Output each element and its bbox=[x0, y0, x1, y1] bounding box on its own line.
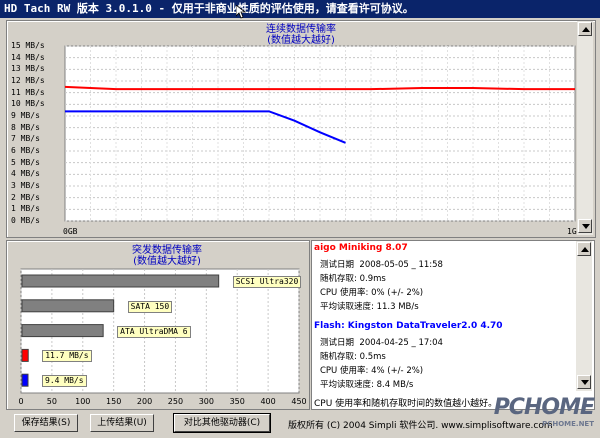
burst-bar bbox=[21, 373, 29, 387]
burst-bar-label: 11.7 MB/s bbox=[42, 350, 92, 363]
watermark-site: PCHOME.NET bbox=[542, 420, 594, 428]
y-tick-label: 12 MB/s bbox=[11, 76, 45, 85]
y-tick-label: 9 MB/s bbox=[11, 111, 40, 120]
title-bar[interactable]: HD Tach RW 版本 3.0.1.0 - 仅用于非商业性质的评估使用，请查… bbox=[0, 0, 600, 18]
avg-read-label: 平均读取速度: bbox=[320, 302, 374, 312]
result-drive-name: aigo Miniking 8.07 bbox=[314, 243, 408, 253]
y-tick-label: 0 MB/s bbox=[11, 216, 40, 225]
y-tick-label: 10 MB/s bbox=[11, 99, 45, 109]
burst-bar bbox=[21, 274, 220, 288]
random-access-label: 随机存取: bbox=[320, 274, 357, 284]
sequential-chart-panel: 连续数据传输率 (数值越大越好) 15 MB/s 14 MB/s 13 MB/s 12… bbox=[6, 20, 596, 238]
cpu-usage-label: CPU 使用率: bbox=[320, 366, 369, 376]
burst-bar bbox=[21, 299, 115, 313]
burst-bar bbox=[21, 324, 104, 338]
y-tick-label: 11 MB/s bbox=[11, 87, 45, 97]
x-tick-label: 150 bbox=[106, 397, 121, 406]
test-date-value: 2004-04-25 _ 17:04 bbox=[359, 338, 443, 348]
upload-results-button[interactable]: 上传结果(U) bbox=[90, 414, 154, 432]
save-results-button[interactable]: 保存结果(S) bbox=[14, 414, 78, 432]
chart-scrollbar[interactable] bbox=[577, 21, 593, 235]
x-tick-label: 400 bbox=[260, 397, 275, 406]
compare-drives-button[interactable]: 对比其他驱动器(C) bbox=[173, 413, 271, 433]
burst-bar-label: 9.4 MB/s bbox=[42, 375, 87, 388]
scroll-down-button[interactable] bbox=[577, 375, 591, 389]
y-tick-label: 13 MB/s bbox=[11, 64, 45, 74]
y-tick-label: 14 MB/s bbox=[11, 52, 45, 62]
avg-read-value: 8.4 MB/s bbox=[376, 380, 414, 390]
burst-bar-label: ATA UltraDMA 6 bbox=[117, 325, 191, 338]
footnote: CPU 使用率和随机存取时间的数值越小越好。 bbox=[314, 399, 498, 409]
results-scrollbar[interactable] bbox=[576, 241, 592, 391]
x-tick-label: 100 bbox=[75, 397, 90, 406]
cpu-usage-value: 0% (+/- 2%) bbox=[371, 288, 424, 298]
random-access-value: 0.5ms bbox=[359, 352, 386, 362]
x-tick-label: 0 bbox=[18, 397, 23, 406]
random-access-value: 0.9ms bbox=[359, 274, 386, 284]
burst-bar-label: SATA 150 bbox=[127, 300, 173, 313]
up-arrow-icon bbox=[581, 247, 589, 252]
burst-chart-panel: 突发数据传输率 (数值越大越好) 0 50 100 150 200 250 300 350 40… bbox=[6, 240, 310, 410]
watermark-brand: PCHOME bbox=[493, 395, 595, 420]
pchome-watermark: PCHOME PCHOME.NET bbox=[493, 395, 595, 428]
y-tick-label: 15 MB/s bbox=[11, 41, 45, 50]
down-arrow-icon bbox=[581, 380, 589, 385]
mouse-cursor-icon bbox=[236, 5, 246, 19]
scroll-up-button[interactable] bbox=[578, 22, 592, 36]
cpu-usage-value: 4% (+/- 2%) bbox=[371, 366, 424, 376]
test-date-label: 测试日期 bbox=[320, 338, 355, 348]
x-tick-label: 350 bbox=[230, 397, 245, 406]
y-tick-label: 3 MB/s bbox=[11, 181, 40, 190]
x-tick-label: 50 bbox=[47, 397, 57, 406]
scroll-up-button[interactable] bbox=[577, 242, 591, 256]
burst-bar-label: SCSI Ultra320 bbox=[232, 276, 302, 288]
y-tick-label: 1 MB/s bbox=[11, 204, 40, 214]
x-tick-label: 450 bbox=[291, 397, 306, 406]
y-tick-label: 5 MB/s bbox=[11, 157, 40, 167]
x-tick-label: 250 bbox=[168, 397, 183, 406]
results-panel[interactable]: aigo Miniking 8.07 测试日期 2008-05-05 _ 11:… bbox=[311, 240, 595, 410]
result-drive-name: Flash: Kingston DataTraveler2.0 4.70 bbox=[314, 321, 503, 331]
x-start-label: 0GB bbox=[63, 227, 78, 236]
random-access-label: 随机存取: bbox=[320, 352, 357, 362]
x-tick-label: 200 bbox=[137, 397, 152, 406]
window-title: HD Tach RW 版本 3.0.1.0 - 仅用于非商业性质的评估使用，请查… bbox=[4, 2, 414, 15]
y-tick-label: 4 MB/s bbox=[11, 169, 40, 179]
burst-bar bbox=[21, 348, 29, 362]
y-tick-label: 7 MB/s bbox=[11, 134, 40, 144]
test-date-value: 2008-05-05 _ 11:58 bbox=[359, 260, 443, 270]
y-tick-label: 6 MB/s bbox=[11, 146, 40, 155]
up-arrow-icon bbox=[582, 27, 590, 32]
y-tick-label: 2 MB/s bbox=[11, 192, 40, 202]
y-tick-label: 8 MB/s bbox=[11, 122, 40, 132]
test-date-label: 测试日期 bbox=[320, 260, 355, 270]
avg-read-value: 11.3 MB/s bbox=[376, 302, 419, 312]
sequential-chart bbox=[64, 45, 576, 222]
down-arrow-icon bbox=[582, 224, 590, 229]
avg-read-label: 平均读取速度: bbox=[320, 380, 374, 390]
x-tick-label: 300 bbox=[199, 397, 214, 406]
scroll-down-button[interactable] bbox=[578, 219, 592, 233]
cpu-usage-label: CPU 使用率: bbox=[320, 288, 369, 298]
